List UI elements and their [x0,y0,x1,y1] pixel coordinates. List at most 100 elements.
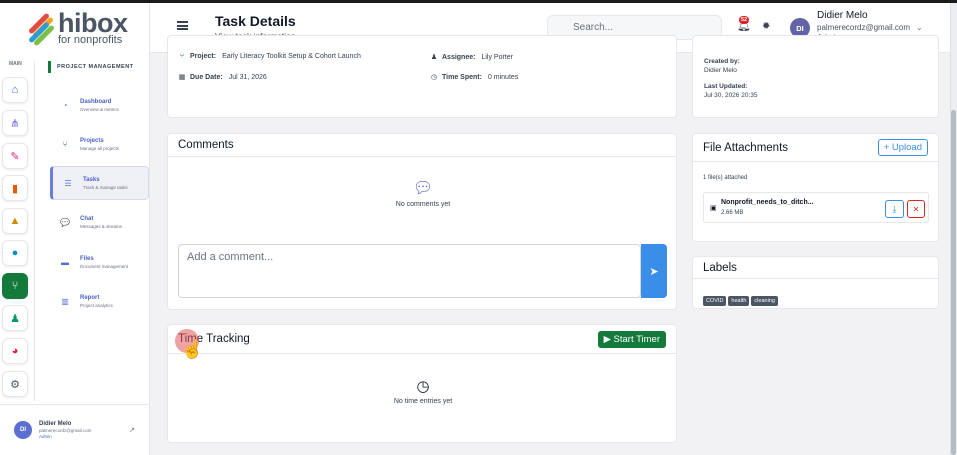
user-email: palmerecordz@gmail.com [39,428,92,434]
label-tag[interactable]: cleaning [751,296,778,306]
sidebar-item-tasks[interactable]: ☰ Tasks Track & manage tasks [50,166,149,200]
task-due-date: ▦ Due Date: Jul 31, 2026 [178,73,267,82]
upload-label: Upload [891,142,922,153]
graduation-icon: ▲ [9,215,21,227]
sidebar-item-sub: Project analytics [80,302,113,308]
time-value: 0 minutes [487,73,519,81]
dashboard-icon: ◔ [62,100,68,110]
time-tracking-card: Time Tracking ▶ Start Timer ◷ No time en… [167,324,677,443]
scrollbar-thumb[interactable] [951,110,956,455]
circle-icon: ● [11,247,19,259]
time-entries-empty-text: No time entries yet [393,398,453,405]
sidebar-item-sub: Document management [80,263,129,269]
chat-icon: 💬 [60,217,70,227]
rail-home-button[interactable]: ⌂ [2,77,28,103]
created-by: Created by: Didier Melo [704,58,740,76]
rail-education-button[interactable]: ▲ [2,208,28,234]
attachments-count: 1 file(s) attached [703,175,748,181]
org-chart-icon: ⋔ [10,117,20,130]
task-time-spent: ◷ Time Spent: 0 minutes [430,73,519,82]
bandage-icon: ✎ [10,150,20,163]
updated-label: Last Updated: [704,83,748,90]
comment-input[interactable]: Add a comment... [178,244,641,298]
user-email: palmerecordz@gmail.com [817,22,911,32]
sidebar-item-label: Files [80,255,94,262]
start-timer-button[interactable]: ▶ Start Timer [597,330,666,348]
send-icon: ➤ [649,265,659,278]
rail-org-button[interactable]: ⋔ [2,110,28,136]
sidebar-item-sub: Messages & streams [80,223,123,229]
folder-icon: ▬ [61,257,69,267]
file-size: 2.66 MB [721,210,744,216]
users-icon: ♟ [10,312,20,325]
sidebar-item-label: Chat [80,215,94,222]
user-name: Didier Melo [39,420,72,427]
sidebar-item-label: Projects [80,137,104,144]
report-icon: ▥ [61,296,69,306]
chevron-down-icon[interactable]: ⌄ [916,23,923,32]
attachments-title: File Attachments [703,141,789,154]
section-title: PROJECT MANAGEMENT [48,61,134,73]
remove-file-button[interactable]: ✕ [907,200,925,218]
label-tag[interactable]: health [728,296,750,306]
sidebar-item-sub: Track & manage tasks [83,184,128,190]
download-button[interactable]: ⤓ [885,200,904,218]
comments-icon: 💬︎ [412,180,434,197]
sidebar-item-projects[interactable]: ⑂ Projects Manage all projects [50,127,149,161]
user-role: Admin [39,433,52,439]
sidebar-user-card[interactable]: DI Didier Melo palmerecordz@gmail.com Ad… [0,404,149,455]
rail-divider [34,61,35,401]
rail-projects-button[interactable]: ⑂ [2,273,28,299]
page-title: Task Details [215,13,296,29]
calendar-icon: ▦ [178,74,186,81]
task-assignee: ♟ Assignee: Lily Porter [430,53,513,62]
time-label: Time Spent: [442,73,482,81]
upload-button[interactable]: + Upload [877,139,928,156]
sidebar-item-report[interactable]: ▥ Report Project analytics [50,284,149,318]
created-by-label: Created by: [704,58,740,65]
user-name: Didier Melo [817,10,868,21]
sidebar-item-chat[interactable]: 💬 Chat Messages & streams [50,205,149,239]
sidebar-item-sub: Overview & metrics [80,106,119,112]
project-diagram-icon: ⑂ [179,53,185,60]
rail-analytics-button[interactable]: ◕ [2,338,28,364]
clock-icon: ◷ [430,74,438,81]
rail-label: MAIN [9,61,22,67]
sidebar: MAIN ⌂ ⋔ ✎ ▮ ▲ ● ⑂ ♟ ◕ ⚙ PROJECT MANAGEM… [0,53,150,455]
sidebar-item-files[interactable]: ▬ Files Document management [50,245,149,279]
task-info-card: ⑂ Project: Early Literacy Toolkit Setup … [167,35,677,118]
rail-users-button[interactable]: ♟ [2,305,28,331]
external-link-icon[interactable]: ↗ [129,426,135,434]
start-timer-label: Start Timer [613,333,660,345]
comments-title: Comments [178,139,234,151]
menu-icon[interactable] [177,21,188,30]
pie-chart-icon: ◕ [11,345,19,357]
attachments-card: File Attachments + Upload 1 file(s) atta… [692,133,939,242]
sidebar-item-sub: Manage all projects [80,145,120,151]
rail-circle-button[interactable]: ● [2,240,28,266]
updated-value: Jul 30, 2026 20:35 [704,91,758,99]
created-by-value: Didier Melo [704,66,737,74]
file-name: Nonprofit_needs_to_ditch... [721,199,814,206]
due-label: Due Date: [190,73,223,81]
label-tag[interactable]: COVID [703,296,727,306]
sidebar-item-dashboard[interactable]: ◔ Dashboard Overview & metrics [50,88,149,122]
send-button[interactable]: ➤ [641,244,667,298]
project-diagram-icon: ⑂ [11,280,19,292]
rail-health-button[interactable]: ✎ [2,143,28,169]
last-updated: Last Updated: Jul 30, 2026 20:35 [704,83,758,101]
icon-rail: MAIN ⌂ ⋔ ✎ ▮ ▲ ● ⑂ ♟ ◕ ⚙ [0,53,34,403]
theme-toggle-icon[interactable]: ✹ [762,21,770,32]
file-icon: ▣ [710,205,717,212]
labels-list: COVID health cleaning [703,289,780,307]
logo-mark-icon [24,12,55,47]
logo[interactable]: hibox for nonprofits [0,3,150,53]
time-entries-empty: ◷ No time entries yet [168,377,678,405]
comments-empty: 💬︎ No comments yet [168,178,678,208]
clock-icon: ◷ [416,378,430,395]
notification-badge: 52 [739,16,750,24]
due-value: Jul 31, 2026 [228,73,267,81]
labels-card: Labels COVID health cleaning [692,256,939,309]
rail-book-button[interactable]: ▮ [2,175,28,201]
rail-settings-button[interactable]: ⚙ [2,371,28,397]
